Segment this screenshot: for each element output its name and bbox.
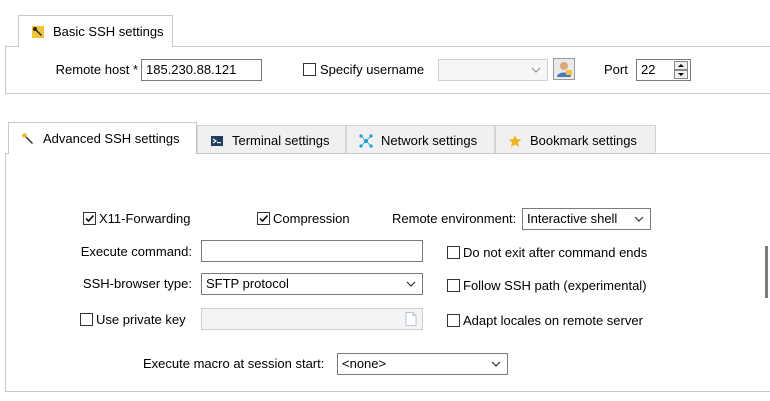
follow-ssh-path-label: Follow SSH path (experimental) <box>463 278 647 293</box>
port-spinner[interactable] <box>674 61 688 79</box>
terminal-icon <box>210 134 224 148</box>
tab-terminal-settings[interactable]: Terminal settings <box>197 125 346 155</box>
compression-label: Compression <box>273 211 350 226</box>
wrench-icon <box>31 25 45 39</box>
tab-label: Basic SSH settings <box>53 24 164 39</box>
remote-host-input[interactable]: 185.230.88.121 <box>141 59 262 81</box>
check-icon <box>85 214 95 223</box>
adapt-locales-checkbox[interactable] <box>447 314 460 327</box>
specify-username-checkbox[interactable] <box>303 63 316 76</box>
chevron-down-icon <box>491 361 501 367</box>
do-not-exit-label: Do not exit after command ends <box>463 245 648 260</box>
scrollbar-thumb[interactable] <box>765 246 768 298</box>
ssh-browser-type-value: SFTP protocol <box>206 276 289 291</box>
ssh-browser-type-select[interactable]: SFTP protocol <box>201 273 423 295</box>
chevron-down-icon <box>531 67 541 73</box>
tab-advanced-ssh-settings[interactable]: Advanced SSH settings <box>8 122 197 154</box>
remote-environment-select[interactable]: Interactive shell <box>522 208 651 230</box>
port-label: Port <box>604 62 628 77</box>
tab-label: Network settings <box>381 133 478 148</box>
check-icon <box>259 214 269 223</box>
spinner-arrows-icon <box>674 61 688 79</box>
user-icon <box>557 62 572 77</box>
tab-bookmark-settings[interactable]: Bookmark settings <box>495 125 656 155</box>
x11-forwarding-label: X11-Forwarding <box>99 211 191 226</box>
compression-checkbox[interactable] <box>257 212 270 225</box>
star-icon <box>508 134 522 148</box>
chevron-down-icon <box>634 216 644 222</box>
username-select[interactable] <box>438 59 548 81</box>
remote-environment-value: Interactive shell <box>527 211 618 226</box>
ssh-browser-type-label: SSH-browser type: <box>82 276 192 291</box>
execute-command-label: Execute command: <box>80 244 192 259</box>
network-icon <box>359 133 373 148</box>
user-manager-button[interactable] <box>553 58 575 80</box>
remote-host-label: Remote host * <box>55 62 138 77</box>
tab-label: Advanced SSH settings <box>43 131 180 146</box>
tab-network-settings[interactable]: Network settings <box>346 125 495 155</box>
execute-macro-value: <none> <box>342 356 387 371</box>
use-private-key-checkbox[interactable] <box>80 313 93 326</box>
x11-forwarding-checkbox[interactable] <box>83 212 96 225</box>
chevron-down-icon <box>406 281 416 287</box>
tab-label: Bookmark settings <box>530 133 637 148</box>
file-icon[interactable] <box>405 312 417 326</box>
use-private-key-label: Use private key <box>96 312 186 327</box>
do-not-exit-checkbox[interactable] <box>447 246 460 259</box>
follow-ssh-path-checkbox[interactable] <box>447 279 460 292</box>
specify-username-label: Specify username <box>320 62 425 77</box>
execute-command-input[interactable] <box>201 240 423 262</box>
tab-label: Terminal settings <box>232 133 330 148</box>
execute-macro-label: Execute macro at session start: <box>143 356 325 371</box>
wrench-icon <box>21 132 35 146</box>
tab-basic-ssh-settings[interactable]: Basic SSH settings <box>18 15 173 47</box>
port-input[interactable]: 22 <box>636 59 691 81</box>
execute-macro-select[interactable]: <none> <box>337 353 508 375</box>
remote-environment-label: Remote environment: <box>392 211 517 226</box>
adapt-locales-label: Adapt locales on remote server <box>463 313 643 328</box>
port-value: 22 <box>641 62 656 77</box>
private-key-input[interactable] <box>201 308 423 330</box>
